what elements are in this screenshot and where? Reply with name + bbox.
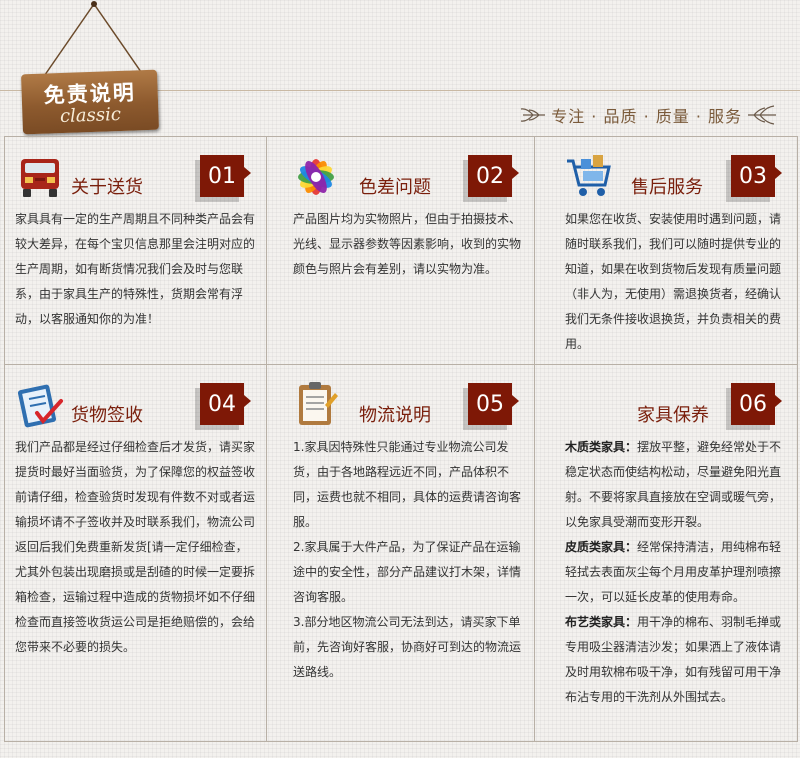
- clipboard-icon: [299, 382, 338, 425]
- notice-grid: 关于送货 01 家具具有一定的生产周期且不同种类产品会有较大差异，在每个宝贝信息…: [4, 136, 798, 742]
- service-text: 专注 · 品质 · 质量 · 服务: [551, 107, 742, 126]
- care-section-label: 布艺类家具：: [565, 615, 638, 629]
- care-section-wood: 木质类家具：摆放平整，避免经常处于不稳定状态而使结构松动，尽量避免阳光直射。不要…: [565, 435, 787, 535]
- card-logistics: 物流说明 05 1.家具因特殊性只能通过专业物流公司发货，由于各地路程远近不同，…: [267, 365, 535, 741]
- delivery-truck-icon: [21, 159, 59, 197]
- care-section-fabric: 布艺类家具：用干净的棉布、羽制毛掸或专用吸尘器清洁沙发；如果洒上了液体请及时用软…: [565, 610, 787, 710]
- card-text: 家具具有一定的生产周期且不同种类产品会有较大差异，在每个宝贝信息那里会注明对应的…: [15, 212, 256, 326]
- card-text: 我们产品都是经过仔细检查后才发货，请买家提货时最好当面验货，为了保障您的权益签收…: [15, 440, 256, 654]
- card-text: 1.家具因特殊性只能通过专业物流公司发货，由于各地路程远近不同，产品体积不同，运…: [293, 435, 524, 685]
- leaf-ornament-left-icon: [521, 108, 546, 122]
- card-furniture-care: 家具保养 06 木质类家具：摆放平整，避免经常处于不稳定状态而使结构松动，尽量避…: [535, 365, 797, 741]
- card-title: 货物签收: [71, 405, 143, 426]
- care-section-leather: 皮质类家具：经常保持清洁，用纯棉布轻轻拭去表面灰尘每个月用皮革护理剂喷擦一次，可…: [565, 535, 787, 610]
- card-title: 关于送货: [71, 177, 143, 198]
- card-text: 产品图片均为实物照片，但由于拍摄技术、光线、显示器参数等因素影响，收到的实物颜色…: [293, 212, 522, 276]
- card-number-badge: 04: [195, 383, 251, 430]
- hanging-sign: 免责说明 classic: [12, 0, 162, 150]
- service-slogan: 专注 · 品质 · 质量 · 服务: [519, 100, 778, 130]
- shopping-cart-icon: [567, 155, 611, 196]
- sign-subtitle: classic: [59, 103, 122, 128]
- card-delivery: 关于送货 01 家具具有一定的生产周期且不同种类产品会有较大差异，在每个宝贝信息…: [5, 137, 267, 365]
- logistics-paragraph: 2.家具属于大件产品，为了保证产品在运输途中的安全性，部分产品建议打木架，详情咨…: [293, 540, 522, 604]
- leaf-ornament-right-icon: [748, 105, 776, 125]
- card-text: 木质类家具：摆放平整，避免经常处于不稳定状态而使结构松动，尽量避免阳光直射。不要…: [565, 435, 787, 710]
- color-palette-icon: [298, 159, 334, 195]
- card-title: 家具保养: [637, 405, 709, 426]
- wood-sign-board: 免责说明 classic: [20, 69, 160, 135]
- care-section-label: 木质类家具：: [565, 440, 638, 454]
- card-title: 售后服务: [631, 177, 703, 198]
- card-text: 如果您在收货、安装使用时遇到问题，请随时联系我们，我们可以随时提供专业的知道，如…: [565, 212, 782, 351]
- card-title: 物流说明: [359, 405, 431, 426]
- card-number-badge: 05: [463, 383, 519, 430]
- care-section-label: 皮质类家具：: [565, 540, 638, 554]
- card-after-sales: 售后服务 03 如果您在收货、安装使用时遇到问题，请随时联系我们，我们可以随时提…: [535, 137, 797, 365]
- card-number-badge: 03: [726, 155, 782, 202]
- card-color-difference: 色差问题 02 产品图片均为实物照片，但由于拍摄技术、光线、显示器参数等因素影响…: [267, 137, 535, 365]
- card-title: 色差问题: [359, 177, 431, 198]
- card-number-badge: 01: [195, 155, 251, 202]
- card-number-badge: 06: [726, 383, 782, 430]
- card-goods-receipt: 货物签收 04 我们产品都是经过仔细检查后才发货，请买家提货时最好当面验货，为了…: [5, 365, 267, 741]
- checklist-icon: [17, 384, 63, 428]
- logistics-paragraph: 3.部分地区物流公司无法到达，请买家下单前，先咨询好客服，协商好可到达的物流运送…: [293, 615, 522, 679]
- logistics-paragraph: 1.家具因特殊性只能通过专业物流公司发货，由于各地路程远近不同，产品体积不同，运…: [293, 440, 522, 529]
- card-number-badge: 02: [463, 155, 519, 202]
